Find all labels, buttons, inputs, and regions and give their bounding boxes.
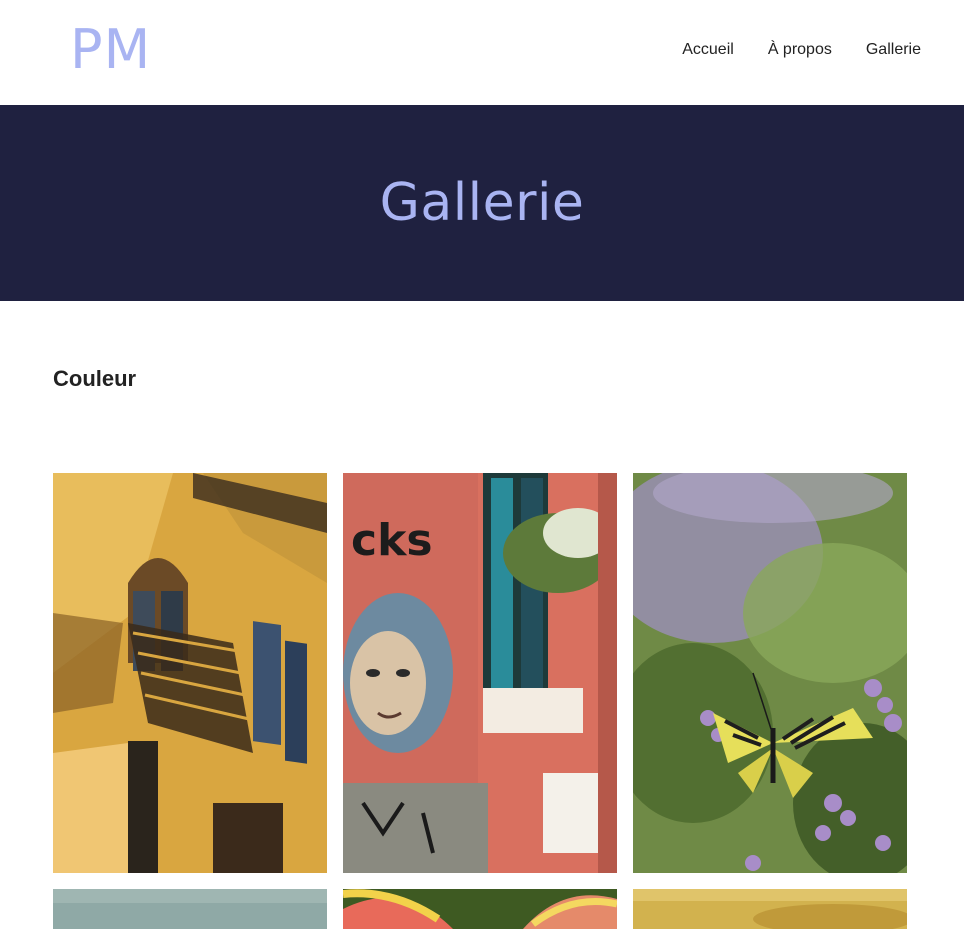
site-header: PM Accueil À propos Gallerie	[0, 0, 964, 105]
svg-text:cks: cks	[351, 515, 433, 566]
site-logo[interactable]: PM	[70, 18, 151, 82]
gallery-photo-graffiti-wall[interactable]: cks	[343, 473, 617, 873]
nav-item-accueil[interactable]: Accueil	[682, 40, 734, 60]
gallery-photo-sky[interactable]	[53, 889, 327, 929]
graffiti-wall-photo: cks	[343, 473, 617, 873]
main-nav: Accueil À propos Gallerie	[682, 40, 921, 60]
sky-photo	[53, 889, 327, 929]
gallery-photo-butterfly-lavender[interactable]	[633, 473, 907, 873]
flower-petals-photo	[343, 889, 617, 929]
venice-balcony-photo	[53, 473, 327, 873]
nav-item-gallerie[interactable]: Gallerie	[866, 40, 921, 60]
gallery-photo-flower-petals[interactable]	[343, 889, 617, 929]
gallery-photo-golden-field[interactable]	[633, 889, 907, 929]
butterfly-lavender-photo	[633, 473, 907, 873]
hero-banner: Gallerie	[0, 105, 964, 301]
golden-field-photo	[633, 889, 907, 929]
gallery-photo-venice-balcony[interactable]	[53, 473, 327, 873]
nav-item-a-propos[interactable]: À propos	[768, 40, 832, 60]
section-title: Couleur	[53, 366, 137, 391]
page-title: Gallerie	[379, 173, 585, 233]
